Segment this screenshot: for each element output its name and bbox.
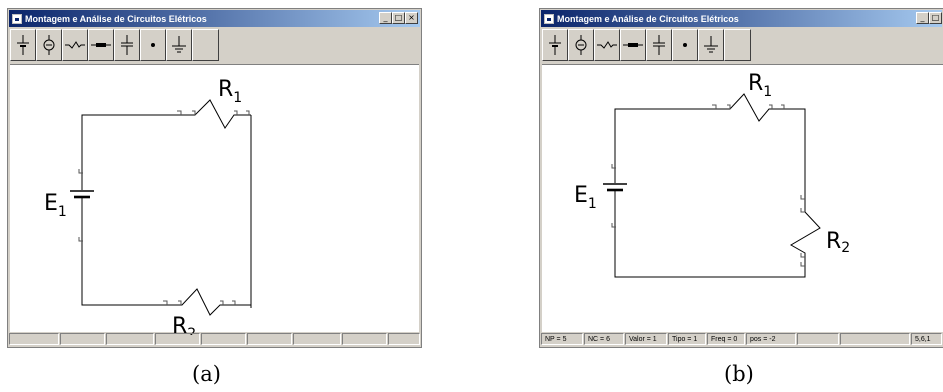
label-e1: E1 [44,191,67,220]
capacitor-tool-icon [121,35,133,55]
resistor-r2 [790,195,821,265]
window-title: Montagem e Análise de Circuitos Elétrico… [25,13,207,24]
status-tipo: Tipo = 1 [668,333,706,345]
component-toolbar [10,29,219,63]
status-panel [247,333,292,345]
title-bar[interactable]: Montagem e Análise de Circuitos Elétrico… [541,10,942,27]
close-button[interactable]: × [405,12,418,24]
inductor-tool-icon [91,43,111,47]
status-panel [155,333,200,345]
current-source-tool-button[interactable] [36,29,62,61]
window-a: Montagem e Análise de Circuitos Elétrico… [7,8,422,348]
resistor-tool-button[interactable] [62,29,88,61]
status-np: NP = 5 [541,333,583,345]
status-bar [9,333,420,346]
capacitor-tool-icon [653,35,665,55]
label-r2: R2 [826,229,850,256]
status-panel [201,333,246,345]
app-icon [544,13,554,24]
ground-tool-icon [172,36,186,53]
inductor-tool-icon [623,43,643,47]
status-pos: pos = -2 [746,333,796,345]
circuit-diagram-b: E1 R1 R2 [574,71,850,278]
battery-tool-button[interactable] [10,29,36,61]
minimize-button[interactable]: _ [916,12,929,24]
status-panel [9,333,59,345]
label-r2: R2 [172,314,196,335]
node-tool-icon [151,43,155,47]
battery-tool-button[interactable] [542,29,568,61]
status-coords: 5,6,1 [911,333,942,345]
caption-b: (b) [724,362,754,386]
node-tool-button[interactable] [140,29,166,61]
wire-top [614,108,712,165]
status-panel [797,333,839,345]
maximize-button[interactable]: □ [929,12,942,24]
capacitor-tool-button[interactable] [114,29,140,61]
battery-tool-icon [17,35,29,55]
toolbar-blank-button[interactable] [192,29,219,61]
resistor-r2 [163,288,232,316]
current-source-tool-button[interactable] [568,29,594,61]
window-b: Montagem e Análise de Circuitos Elétrico… [539,8,943,348]
circuit-canvas[interactable]: E1 R1 R2 [10,64,419,342]
resistor-tool-icon [65,41,85,49]
label-r1: R1 [218,77,242,106]
resistor-r1 [712,93,785,122]
title-bar[interactable]: Montagem e Análise de Circuitos Elétrico… [9,10,420,27]
ground-tool-button[interactable] [698,29,724,61]
status-panel [293,333,341,345]
toolbar-blank-button[interactable] [724,29,751,61]
wire-right [785,108,806,195]
status-panel [106,333,154,345]
component-toolbar [542,29,751,63]
label-e1: E1 [574,183,597,212]
ground-tool-button[interactable] [166,29,192,61]
status-freq: Freq = 0 [707,333,745,345]
battery-tool-icon [549,35,561,55]
current-source-tool-icon [575,35,587,55]
circuit-canvas[interactable]: E1 R1 R2 [542,64,943,332]
maximize-button[interactable]: □ [392,12,405,24]
label-r1: R1 [748,71,772,100]
node-tool-icon [683,43,687,47]
resistor-tool-icon [597,41,617,49]
current-source-tool-icon [43,35,55,55]
resistor-tool-button[interactable] [594,29,620,61]
wire-bottom [614,229,806,278]
status-panel [840,333,910,345]
status-valor: Valor = 1 [625,333,667,345]
status-bar: NP = 5 NC = 6 Valor = 1 Tipo = 1 Freq = … [541,333,942,346]
minimize-button[interactable]: _ [379,12,392,24]
status-nc: NC = 6 [584,333,624,345]
app-icon [12,13,22,24]
caption-a: (a) [192,362,221,386]
status-panel [342,333,387,345]
status-panel [388,333,420,345]
wire-bottom [81,243,163,306]
node-tool-button[interactable] [672,29,698,61]
capacitor-tool-button[interactable] [646,29,672,61]
inductor-tool-button[interactable] [620,29,646,61]
window-title: Montagem e Análise de Circuitos Elétrico… [557,13,739,24]
circuit-diagram-a: E1 R1 R2 [44,77,252,342]
ground-tool-icon [704,36,718,53]
inductor-tool-button[interactable] [88,29,114,61]
status-panel [60,333,105,345]
wire-top [81,114,177,170]
